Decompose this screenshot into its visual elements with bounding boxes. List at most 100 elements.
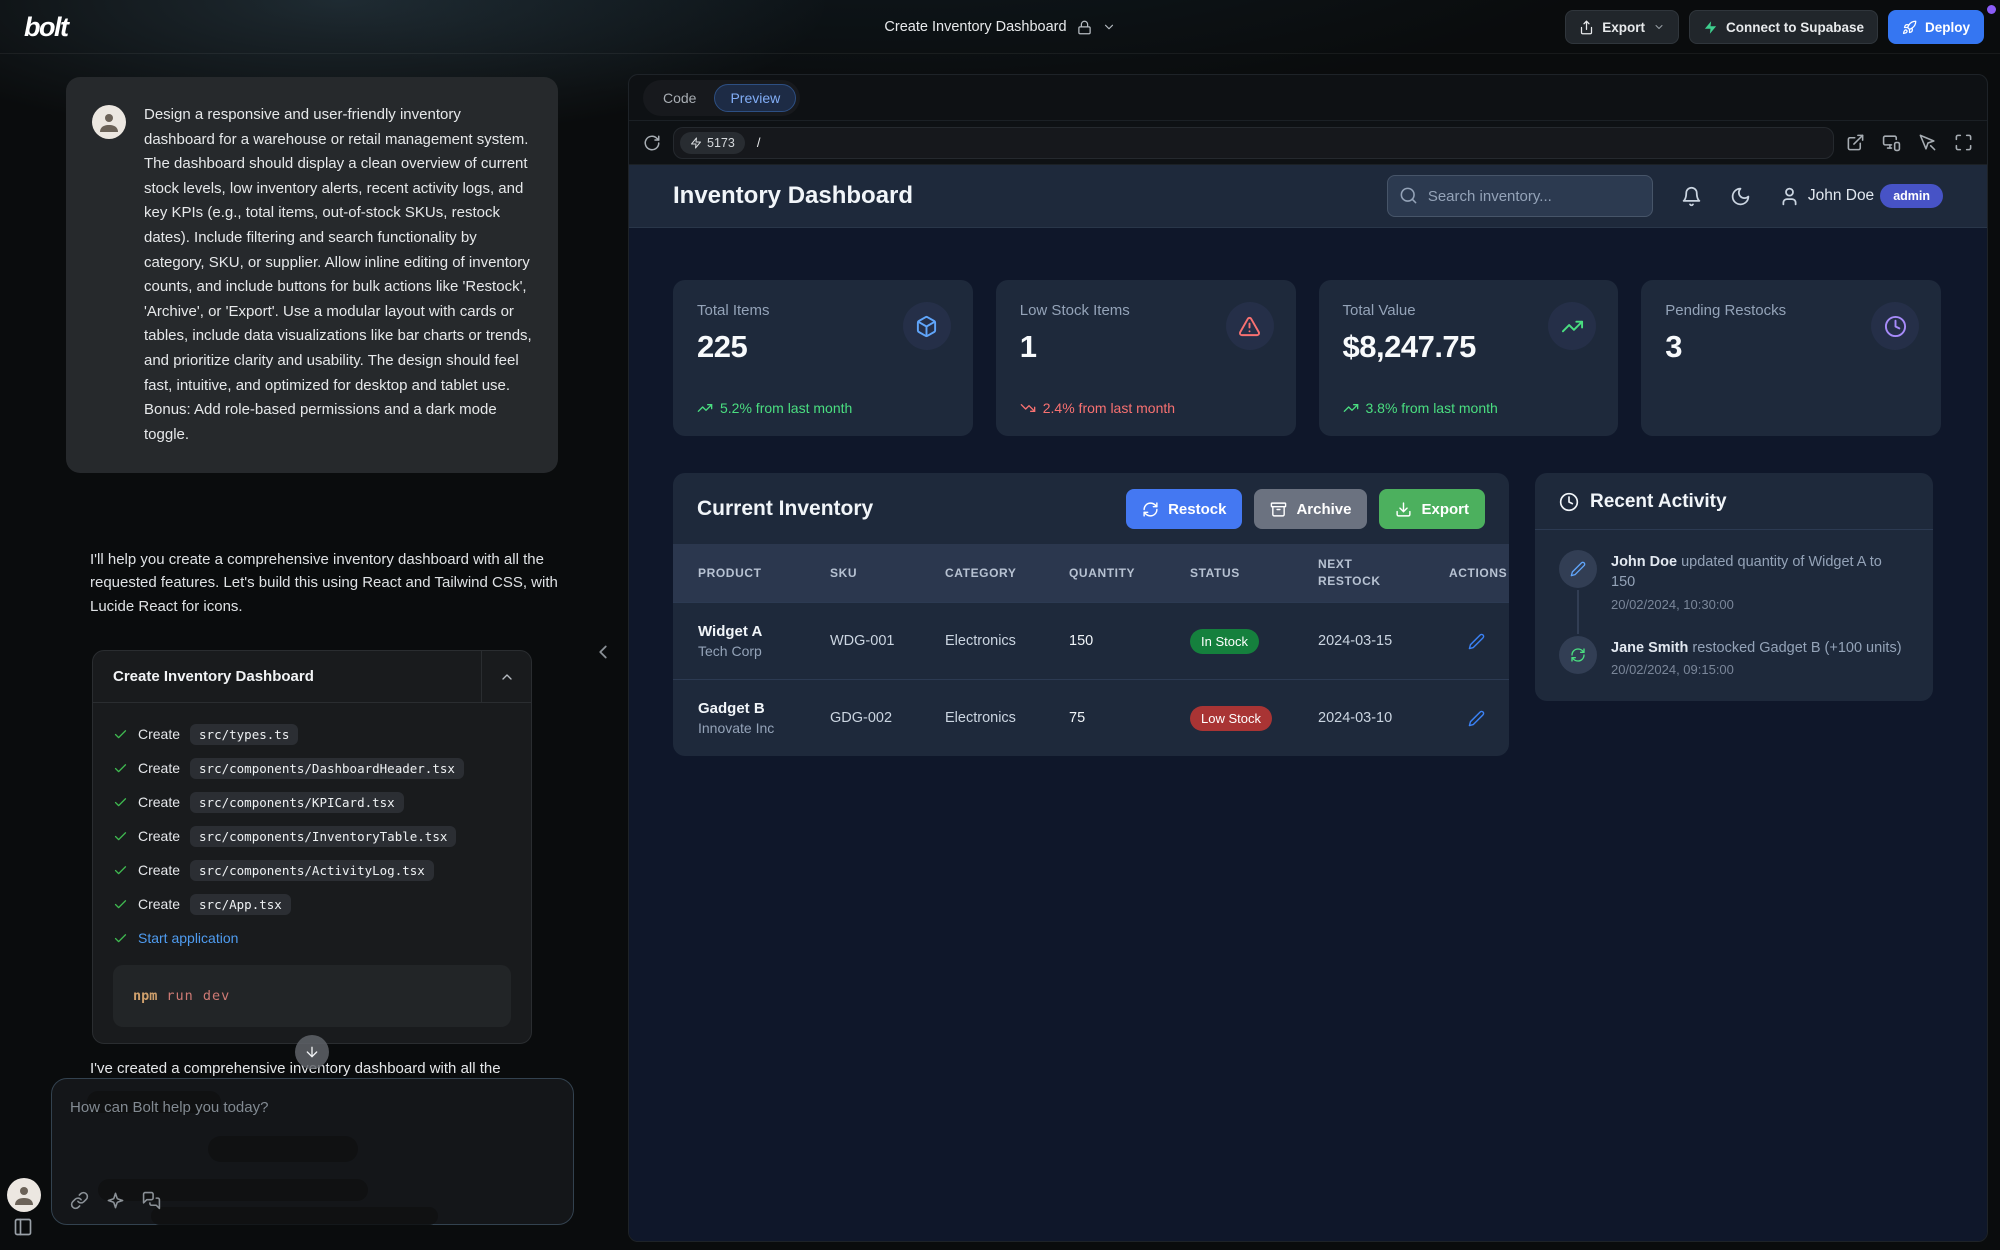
- product-cell: Widget A Tech Corp: [698, 623, 830, 659]
- supabase-bolt-icon: [1703, 20, 1718, 35]
- quantity-cell[interactable]: 150: [1069, 633, 1190, 649]
- project-title: Create Inventory Dashboard: [884, 19, 1066, 35]
- file-chip[interactable]: src/App.tsx: [190, 894, 291, 915]
- download-icon: [1395, 501, 1412, 518]
- refresh-icon: [1559, 636, 1597, 674]
- preview-panel: Code Preview 5173 /: [628, 74, 1988, 1242]
- open-external-icon[interactable]: [1846, 133, 1865, 152]
- check-icon: [113, 761, 128, 776]
- chat-discussion-icon[interactable]: [142, 1191, 161, 1210]
- kpi-trend-text: 5.2% from last month: [720, 400, 852, 416]
- column-header-actions: Actions: [1449, 566, 1509, 580]
- fullscreen-icon[interactable]: [1954, 133, 1973, 152]
- sidebar-toggle-icon[interactable]: [13, 1217, 33, 1237]
- activity-item: Jane Smithrestocked Gadget B (+100 units…: [1559, 636, 1909, 677]
- connect-supabase-label: Connect to Supabase: [1726, 20, 1864, 35]
- start-application-link[interactable]: Start application: [138, 930, 238, 946]
- restock-button[interactable]: Restock: [1126, 489, 1242, 529]
- bolt-logo[interactable]: bolt: [24, 12, 67, 43]
- export-button[interactable]: Export: [1565, 10, 1679, 44]
- task-card-title: Create Inventory Dashboard: [93, 651, 481, 702]
- trending-up-icon: [697, 400, 713, 416]
- collapse-chevron-up-icon[interactable]: [481, 651, 531, 702]
- table-row: Widget A Tech Corp WDG-001 Electronics 1…: [673, 602, 1509, 679]
- export-label: Export: [1602, 20, 1645, 35]
- tab-code[interactable]: Code: [647, 84, 712, 112]
- task-step: Create src/types.ts: [113, 717, 511, 751]
- address-bar[interactable]: 5173 /: [673, 127, 1834, 159]
- file-chip[interactable]: src/components/InventoryTable.tsx: [190, 826, 456, 847]
- edit-pencil-icon: [1559, 550, 1597, 588]
- code-preview-toggle: Code Preview: [643, 80, 800, 116]
- preview-toolbar-icons: [1846, 133, 1973, 152]
- inspector-pointer-off-icon[interactable]: [1918, 133, 1937, 152]
- bell-icon[interactable]: [1681, 186, 1702, 207]
- chat-input-box[interactable]: [51, 1078, 574, 1225]
- column-header-category: Category: [945, 566, 1069, 580]
- column-header-quantity: Quantity: [1069, 566, 1190, 580]
- edit-pencil-icon[interactable]: [1468, 710, 1509, 727]
- column-header-sku: SKU: [830, 566, 945, 580]
- edit-pencil-icon[interactable]: [1468, 633, 1509, 650]
- link-attachment-icon[interactable]: [70, 1191, 89, 1210]
- user-message-text: Design a responsive and user-friendly in…: [144, 103, 532, 447]
- archive-button[interactable]: Archive: [1254, 489, 1367, 529]
- account-avatar[interactable]: [7, 1178, 41, 1212]
- alert-triangle-icon: [1226, 302, 1274, 350]
- activity-text: Jane Smithrestocked Gadget B (+100 units…: [1611, 636, 1902, 677]
- chevron-down-icon: [1653, 21, 1665, 33]
- kpi-card-pending-restocks: Pending Restocks 3: [1641, 280, 1941, 436]
- tab-preview[interactable]: Preview: [714, 84, 796, 112]
- topbar-actions: Export Connect to Supabase Deploy: [1565, 10, 1984, 44]
- check-icon: [113, 795, 128, 810]
- activity-text: John Doeupdated quantity of Widget A to …: [1611, 550, 1909, 612]
- file-chip[interactable]: src/components/DashboardHeader.tsx: [190, 758, 464, 779]
- file-chip[interactable]: src/types.ts: [190, 724, 298, 745]
- sparkles-icon[interactable]: [106, 1191, 125, 1210]
- inventory-app: Inventory Dashboard John Doe admin: [629, 165, 1987, 1241]
- user-menu[interactable]: John Doe: [1779, 186, 1874, 207]
- chat-input[interactable]: [70, 1099, 550, 1159]
- collapse-chat-chevron-left-icon[interactable]: [592, 641, 614, 663]
- task-card-header: Create Inventory Dashboard: [93, 651, 531, 703]
- role-badge: admin: [1880, 184, 1943, 208]
- kpi-trend: 5.2% from last month: [697, 400, 852, 416]
- product-supplier: Innovate Inc: [698, 720, 830, 736]
- check-icon: [113, 829, 128, 844]
- file-chip[interactable]: src/components/KPICard.tsx: [190, 792, 404, 813]
- quantity-cell[interactable]: 75: [1069, 710, 1190, 726]
- scroll-to-bottom-button[interactable]: [295, 1035, 329, 1069]
- archive-label: Archive: [1296, 501, 1351, 518]
- search-input[interactable]: [1387, 175, 1653, 217]
- top-bar: bolt Create Inventory Dashboard Export C…: [0, 0, 2000, 54]
- responsive-devices-icon[interactable]: [1882, 133, 1901, 152]
- next-restock-cell: 2024-03-10: [1318, 710, 1449, 726]
- reload-icon[interactable]: [643, 134, 661, 152]
- dark-mode-moon-icon[interactable]: [1730, 186, 1751, 207]
- activity-actor: Jane Smith: [1611, 640, 1688, 656]
- deploy-button[interactable]: Deploy: [1888, 10, 1984, 44]
- project-menu-chevron-down-icon[interactable]: [1102, 20, 1116, 34]
- port-zap-icon: [690, 137, 702, 149]
- check-icon: [113, 897, 128, 912]
- column-header-next-restock: Next Restock: [1318, 556, 1449, 591]
- port-number: 5173: [707, 136, 735, 150]
- inventory-card-header: Current Inventory Restock Archive: [673, 473, 1509, 544]
- assistant-outro-text: I've created a comprehensive inventory d…: [90, 1060, 568, 1077]
- activity-list: John Doeupdated quantity of Widget A to …: [1535, 530, 1933, 701]
- activity-title: Recent Activity: [1590, 491, 1727, 513]
- inventory-title: Current Inventory: [697, 497, 873, 521]
- kpi-trend: 3.8% from last month: [1343, 400, 1498, 416]
- table-row: Gadget B Innovate Inc GDG-002 Electronic…: [673, 679, 1509, 756]
- port-badge[interactable]: 5173: [680, 132, 745, 154]
- task-step-start-application: Start application: [113, 921, 511, 955]
- lock-icon: [1077, 20, 1092, 35]
- search-icon: [1399, 186, 1418, 205]
- archive-icon: [1270, 501, 1287, 518]
- package-icon: [903, 302, 951, 350]
- task-step: Create src/components/ActivityLog.tsx: [113, 853, 511, 887]
- export-table-button[interactable]: Export: [1379, 489, 1485, 529]
- connect-supabase-button[interactable]: Connect to Supabase: [1689, 10, 1878, 44]
- file-chip[interactable]: src/components/ActivityLog.tsx: [190, 860, 434, 881]
- column-header-product: Product: [698, 566, 830, 580]
